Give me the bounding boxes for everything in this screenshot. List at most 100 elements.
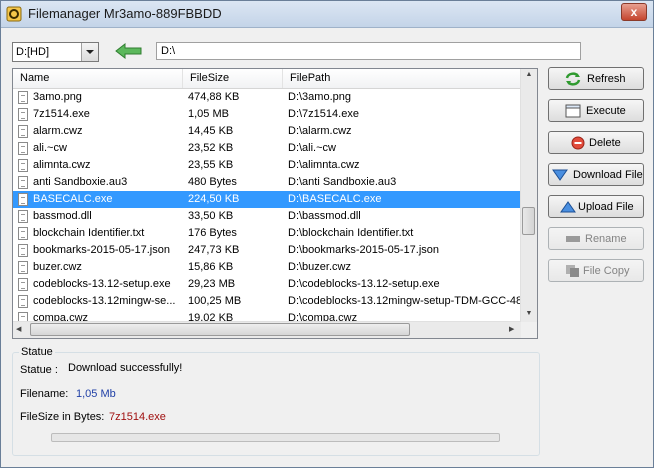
file-name-cell: codeblocks-13.12mingw-se...: [33, 295, 176, 307]
file-path-cell: D:\bassmod.dll: [288, 210, 361, 222]
file-icon: [18, 227, 28, 240]
file-icon: [18, 261, 28, 274]
rename-button-label: Rename: [585, 233, 627, 245]
delete-icon: [571, 136, 585, 150]
file-row[interactable]: ali.~cw 23,52 KB D:\ali.~cw: [13, 140, 522, 157]
download-file-button-label: Download File: [573, 169, 643, 181]
file-path-cell: D:\codeblocks-13.12mingw-setup-TDM-GCC-4…: [288, 295, 522, 307]
horizontal-scrollbar[interactable]: ◀ ▶: [13, 321, 521, 338]
file-row[interactable]: bookmarks-2015-05-17.json 247,73 KB D:\boo…: [13, 242, 522, 259]
file-name-cell: bassmod.dll: [33, 210, 92, 222]
horizontal-scroll-thumb[interactable]: [30, 323, 410, 336]
file-copy-button[interactable]: File Copy: [548, 259, 644, 282]
window-icon: [565, 104, 581, 118]
file-path-cell: D:\bookmarks-2015-05-17.json: [288, 244, 440, 256]
scroll-down-icon[interactable]: ▼: [521, 310, 537, 317]
file-size-cell: 247,73 KB: [188, 244, 240, 256]
filesize-label: FileSize in Bytes:: [20, 411, 105, 423]
rename-button[interactable]: Rename: [548, 227, 644, 250]
file-row[interactable]: BASECALC.exe 224,50 KB D:\BASECALC.exe: [13, 191, 522, 208]
statue-label: Statue :: [20, 364, 58, 376]
status-group-title: Statue: [19, 346, 55, 358]
column-header-name[interactable]: Name: [13, 69, 183, 88]
file-size-cell: 224,50 KB: [188, 193, 240, 205]
file-name-cell: buzer.cwz: [33, 261, 82, 273]
scroll-up-icon[interactable]: ▲: [521, 71, 537, 78]
download-file-button[interactable]: Download File: [548, 163, 644, 186]
scroll-corner: [521, 322, 537, 338]
file-row[interactable]: buzer.cwz 15,86 KB D:\buzer.cwz: [13, 259, 522, 276]
file-row[interactable]: alimnta.cwz 23,55 KB D:\alimnta.cwz: [13, 157, 522, 174]
file-path-cell: D:\ali.~cw: [288, 142, 336, 154]
file-row[interactable]: 3amo.png 474,88 KB D:\3amo.png: [13, 89, 522, 106]
file-name-cell: blockchain Identifier.txt: [33, 227, 145, 239]
file-list-header: Name FileSize FilePath: [13, 69, 537, 89]
scroll-right-icon[interactable]: ▶: [509, 325, 514, 333]
file-name-cell: alimnta.cwz: [33, 159, 91, 171]
file-name-cell: 3amo.png: [33, 91, 82, 103]
column-header-filesize[interactable]: FileSize: [183, 69, 283, 88]
file-name-cell: ali.~cw: [33, 142, 67, 154]
filesize-value: 7z1514.exe: [109, 411, 166, 423]
file-row[interactable]: codeblocks-13.12-setup.exe 29,23 MB D:\cod…: [13, 276, 522, 293]
file-copy-button-label: File Copy: [583, 265, 630, 277]
file-path-cell: D:\3amo.png: [288, 91, 351, 103]
file-name-cell: codeblocks-13.12-setup.exe: [33, 278, 171, 290]
file-name-cell: bookmarks-2015-05-17.json: [33, 244, 170, 256]
transfer-progress-bar: [51, 433, 500, 442]
file-icon: [18, 108, 28, 121]
file-row[interactable]: alarm.cwz 14,45 KB D:\alarm.cwz: [13, 123, 522, 140]
delete-button[interactable]: Delete: [548, 131, 644, 154]
close-button[interactable]: x: [621, 3, 647, 21]
file-row[interactable]: bassmod.dll 33,50 KB D:\bassmod.dll: [13, 208, 522, 225]
file-icon: [18, 193, 28, 206]
file-icon: [18, 142, 28, 155]
scroll-left-icon[interactable]: ◀: [16, 325, 21, 333]
chevron-down-icon[interactable]: [81, 43, 98, 61]
refresh-button-label: Refresh: [587, 73, 626, 85]
file-path-cell: D:\7z1514.exe: [288, 108, 359, 120]
file-row[interactable]: codeblocks-13.12mingw-se... 100,25 MB D:\c…: [13, 293, 522, 310]
upload-icon: [560, 201, 576, 213]
drive-select[interactable]: D:[HD]: [12, 42, 99, 62]
file-size-cell: 33,50 KB: [188, 210, 234, 222]
file-size-cell: 474,88 KB: [188, 91, 240, 103]
file-list-rows: 3amo.png 474,88 KB D:\3amo.png 7z1514.exe 1,…: [13, 89, 522, 322]
vertical-scroll-thumb[interactable]: [522, 207, 535, 235]
delete-button-label: Delete: [589, 137, 621, 149]
file-size-cell: 23,55 KB: [188, 159, 234, 171]
file-row[interactable]: anti Sandboxie.au3 480 Bytes D:\anti Sandb…: [13, 174, 522, 191]
statue-value: Download successfully!: [68, 362, 183, 374]
file-icon: [18, 244, 28, 257]
file-icon: [18, 125, 28, 138]
window-title: Filemanager Mr3amo-889FBBDD: [28, 6, 222, 21]
filemanager-window: Filemanager Mr3amo-889FBBDD x D:[HD] Nam…: [0, 0, 654, 468]
file-path-cell: D:\buzer.cwz: [288, 261, 351, 273]
path-input[interactable]: [156, 42, 581, 60]
execute-button[interactable]: Execute: [548, 99, 644, 122]
file-path-cell: D:\alimnta.cwz: [288, 159, 360, 171]
copy-icon: [566, 265, 579, 277]
file-row[interactable]: 7z1514.exe 1,05 MB D:\7z1514.exe: [13, 106, 522, 123]
filename-label: Filename:: [20, 388, 69, 400]
file-size-cell: 23,52 KB: [188, 142, 234, 154]
file-icon: [18, 278, 28, 291]
refresh-button[interactable]: Refresh: [548, 67, 644, 90]
file-size-cell: 176 Bytes: [188, 227, 237, 239]
upload-file-button[interactable]: Upload File: [548, 195, 644, 218]
file-icon: [18, 176, 28, 189]
download-icon: [552, 169, 568, 181]
back-arrow-icon[interactable]: [115, 43, 143, 59]
upload-file-button-label: Upload File: [578, 201, 634, 213]
file-list[interactable]: Name FileSize FilePath 3amo.png 474,88 KB…: [12, 68, 538, 339]
file-icon: [18, 159, 28, 172]
refresh-icon: [565, 72, 581, 86]
file-size-cell: 29,23 MB: [188, 278, 236, 290]
file-path-cell: D:\anti Sandboxie.au3: [288, 176, 397, 188]
file-row[interactable]: blockchain Identifier.txt 176 Bytes D:\blo…: [13, 225, 522, 242]
file-icon: [18, 295, 28, 308]
rename-icon: [566, 236, 580, 242]
filename-value: 1,05 Mb: [76, 388, 116, 400]
column-header-filepath[interactable]: FilePath: [283, 69, 523, 88]
vertical-scrollbar[interactable]: ▲ ▼: [520, 69, 537, 322]
